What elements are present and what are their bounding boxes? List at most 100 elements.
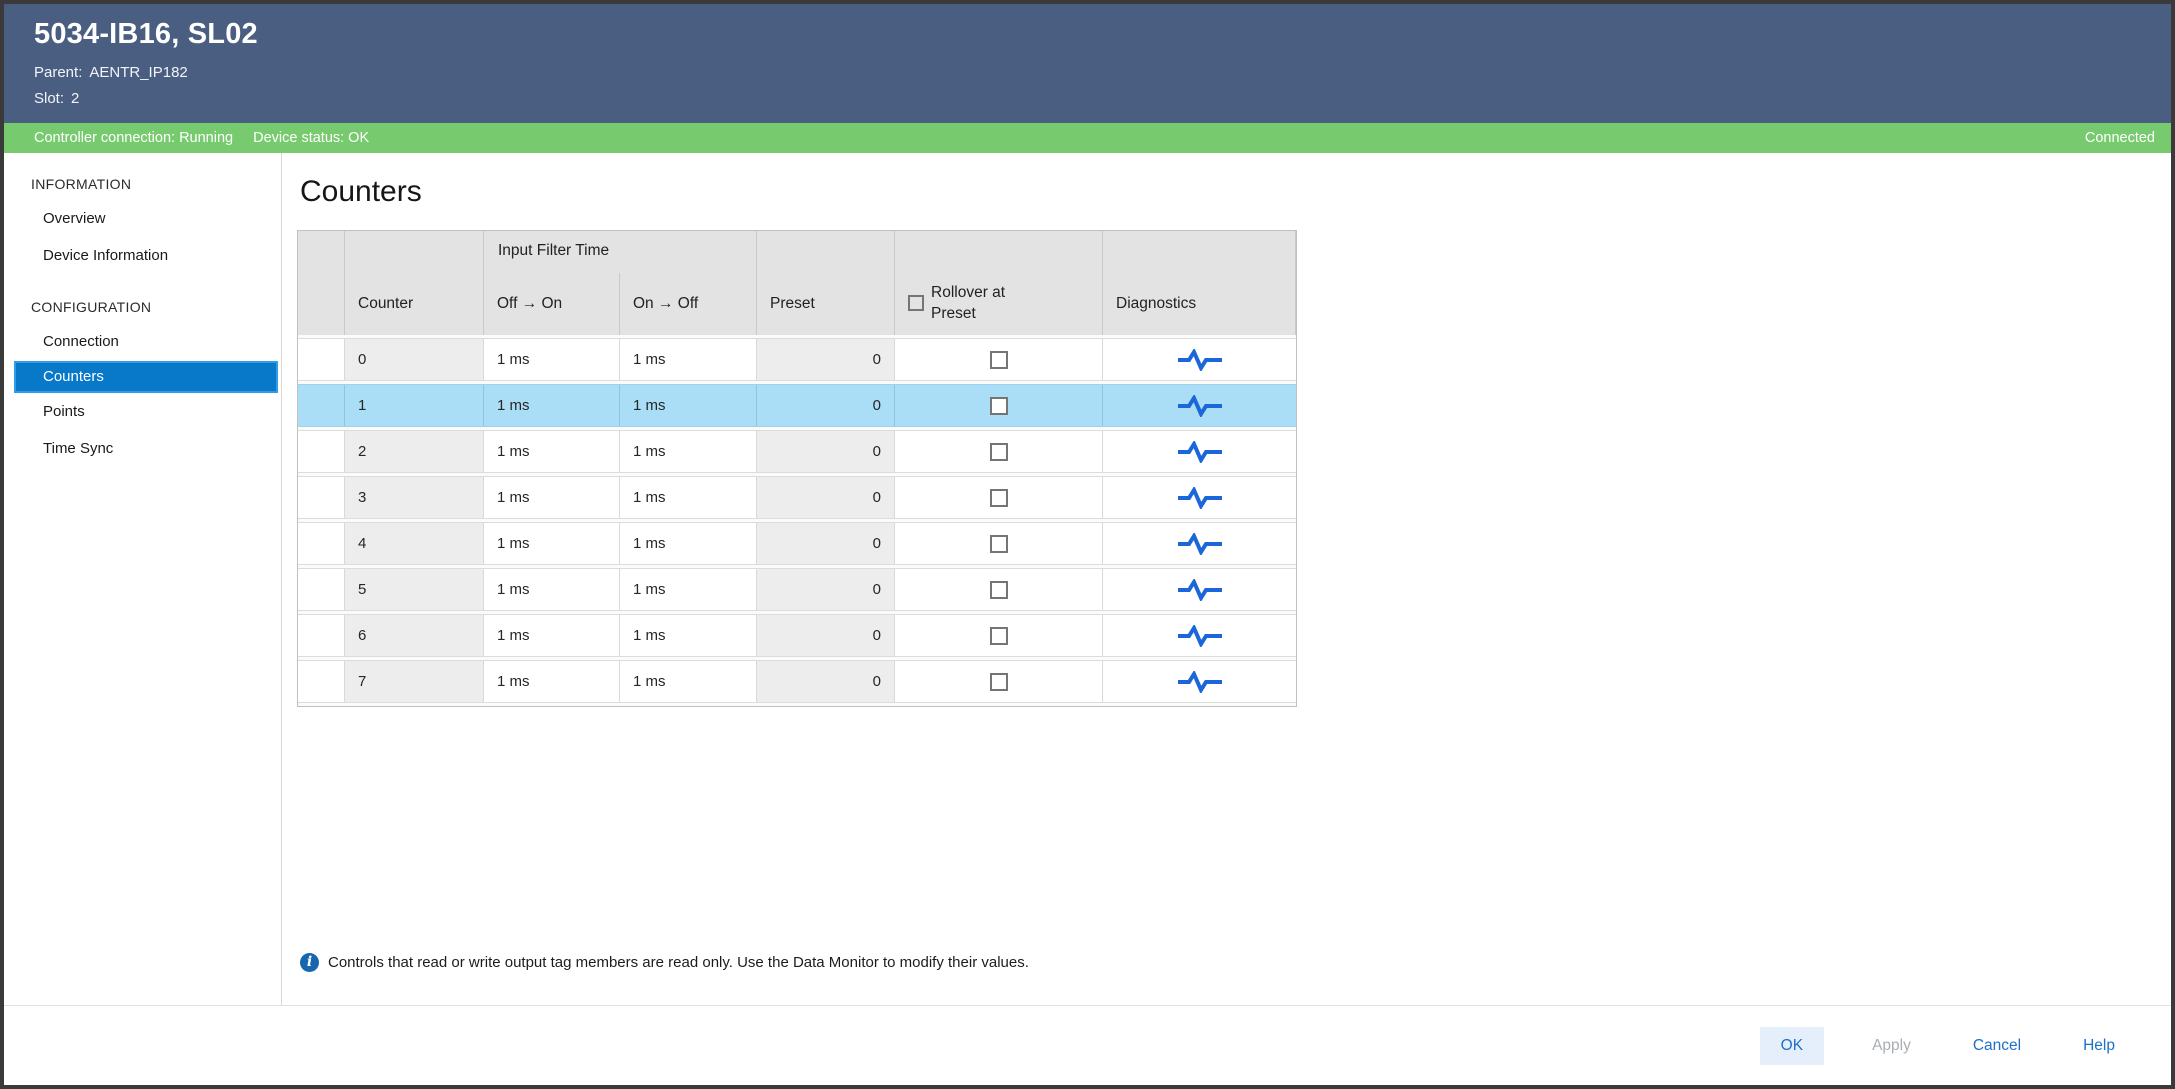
counter-number-cell: 3: [345, 477, 484, 518]
off-to-on-filter-cell[interactable]: 1 ms: [484, 339, 620, 380]
rollover-checkbox[interactable]: [990, 443, 1008, 461]
preset-value-cell: 0: [757, 339, 895, 380]
row-selector-cell[interactable]: [298, 523, 345, 564]
read-only-note-text: Controls that read or write output tag m…: [328, 954, 1029, 971]
column-header-preset: Preset: [757, 231, 895, 335]
on-to-off-filter-cell[interactable]: 1 ms: [620, 477, 757, 518]
sidebar-item-device-information[interactable]: Device Information: [14, 238, 278, 274]
sidebar-section-label: INFORMATION: [4, 167, 281, 201]
preset-value-cell: 0: [757, 523, 895, 564]
row-selector-cell[interactable]: [298, 477, 345, 518]
help-button[interactable]: Help: [2069, 1027, 2129, 1065]
counters-table-rows: 0 1 ms 1 ms 0 1 1 ms 1 ms 0 2 1 ms 1 ms: [298, 335, 1296, 706]
counter-row[interactable]: 3 1 ms 1 ms 0: [298, 476, 1296, 519]
rollover-all-checkbox[interactable]: [908, 295, 924, 311]
titlebar: 5034-IB16, SL02 Parent:AENTR_IP182 Slot:…: [4, 4, 2171, 123]
diagnostics-cell[interactable]: [1103, 385, 1296, 426]
counter-number-cell: 7: [345, 661, 484, 702]
counter-row[interactable]: 1 1 ms 1 ms 0: [298, 384, 1296, 427]
sidebar-item-label: Counters: [43, 368, 104, 385]
apply-button: Apply: [1858, 1027, 1925, 1065]
pulse-waveform-icon: [1177, 671, 1223, 693]
diagnostics-cell[interactable]: [1103, 431, 1296, 472]
sidebar-section-label: CONFIGURATION: [4, 290, 281, 324]
counter-row[interactable]: 4 1 ms 1 ms 0: [298, 522, 1296, 565]
column-header-on-off: On → Off: [620, 231, 757, 335]
sidebar-item-label: Overview: [43, 210, 106, 227]
window-body: INFORMATION Overview Device Information …: [4, 153, 2171, 1005]
sidebar-section-information: INFORMATION Overview Device Information: [4, 167, 281, 274]
on-to-off-filter-cell[interactable]: 1 ms: [620, 523, 757, 564]
rollover-checkbox[interactable]: [990, 535, 1008, 553]
connection-state-badge: Connected: [2085, 130, 2155, 146]
sidebar-item-overview[interactable]: Overview: [14, 201, 278, 237]
row-selector-cell[interactable]: [298, 615, 345, 656]
cancel-button[interactable]: Cancel: [1959, 1027, 2035, 1065]
counters-table-header: Counter Off → On On → Off Preset Rollove…: [298, 231, 1296, 335]
rollover-checkbox[interactable]: [990, 627, 1008, 645]
on-to-off-filter-cell[interactable]: 1 ms: [620, 339, 757, 380]
off-to-on-filter-cell[interactable]: 1 ms: [484, 661, 620, 702]
counter-row[interactable]: 7 1 ms 1 ms 0: [298, 660, 1296, 703]
module-properties-window: 5034-IB16, SL02 Parent:AENTR_IP182 Slot:…: [0, 0, 2175, 1089]
off-to-on-filter-cell[interactable]: 1 ms: [484, 477, 620, 518]
off-to-on-filter-cell[interactable]: 1 ms: [484, 569, 620, 610]
info-icon: i: [300, 953, 319, 972]
on-to-off-filter-cell[interactable]: 1 ms: [620, 431, 757, 472]
on-to-off-filter-cell[interactable]: 1 ms: [620, 661, 757, 702]
diagnostics-cell[interactable]: [1103, 569, 1296, 610]
module-title: 5034-IB16, SL02: [34, 18, 2141, 51]
module-slot-line: Slot:2: [34, 86, 2141, 112]
pulse-waveform-icon: [1177, 395, 1223, 417]
rollover-checkbox[interactable]: [990, 489, 1008, 507]
rollover-checkbox[interactable]: [990, 581, 1008, 599]
sidebar-item-label: Connection: [43, 333, 119, 350]
sidebar-item-counters[interactable]: Counters: [14, 361, 278, 393]
sidebar-item-points[interactable]: Points: [14, 394, 278, 430]
counter-row[interactable]: 0 1 ms 1 ms 0: [298, 338, 1296, 381]
row-selector-cell[interactable]: [298, 339, 345, 380]
counter-row[interactable]: 5 1 ms 1 ms 0: [298, 568, 1296, 611]
rollover-checkbox[interactable]: [990, 351, 1008, 369]
diagnostics-cell[interactable]: [1103, 661, 1296, 702]
row-selector-cell[interactable]: [298, 431, 345, 472]
sidebar-section-items: Overview Device Information: [4, 201, 281, 274]
on-to-off-filter-cell[interactable]: 1 ms: [620, 385, 757, 426]
module-parent-line: Parent:AENTR_IP182: [34, 60, 2141, 86]
diagnostics-cell[interactable]: [1103, 615, 1296, 656]
diagnostics-cell[interactable]: [1103, 477, 1296, 518]
sidebar-item-time-sync[interactable]: Time Sync: [14, 431, 278, 467]
off-to-on-filter-cell[interactable]: 1 ms: [484, 615, 620, 656]
column-header-counter: Counter: [345, 231, 484, 335]
sidebar-item-connection[interactable]: Connection: [14, 324, 278, 360]
preset-value-cell: 0: [757, 661, 895, 702]
row-selector-cell[interactable]: [298, 569, 345, 610]
parent-label: Parent:: [34, 64, 82, 81]
on-to-off-filter-cell[interactable]: 1 ms: [620, 569, 757, 610]
pulse-waveform-icon: [1177, 349, 1223, 371]
device-status: Device status: OK: [253, 130, 369, 146]
off-to-on-filter-cell[interactable]: 1 ms: [484, 523, 620, 564]
counter-row[interactable]: 6 1 ms 1 ms 0: [298, 614, 1296, 657]
sidebar-section-items: Connection Counters Points Time Sync: [4, 324, 281, 467]
row-selector-header: [298, 231, 345, 335]
rollover-cell: [895, 385, 1103, 426]
rollover-checkbox[interactable]: [990, 397, 1008, 415]
diagnostics-cell[interactable]: [1103, 523, 1296, 564]
counter-number-cell: 5: [345, 569, 484, 610]
off-to-on-filter-cell[interactable]: 1 ms: [484, 385, 620, 426]
off-to-on-filter-cell[interactable]: 1 ms: [484, 431, 620, 472]
row-selector-cell[interactable]: [298, 661, 345, 702]
row-selector-cell[interactable]: [298, 385, 345, 426]
rollover-cell: [895, 477, 1103, 518]
rollover-cell: [895, 569, 1103, 610]
sidebar-item-label: Device Information: [43, 247, 168, 264]
ok-button[interactable]: OK: [1760, 1027, 1824, 1065]
preset-value-cell: 0: [757, 385, 895, 426]
rollover-checkbox[interactable]: [990, 673, 1008, 691]
pulse-waveform-icon: [1177, 533, 1223, 555]
counter-row[interactable]: 2 1 ms 1 ms 0: [298, 430, 1296, 473]
on-to-off-filter-cell[interactable]: 1 ms: [620, 615, 757, 656]
diagnostics-cell[interactable]: [1103, 339, 1296, 380]
preset-value-cell: 0: [757, 477, 895, 518]
